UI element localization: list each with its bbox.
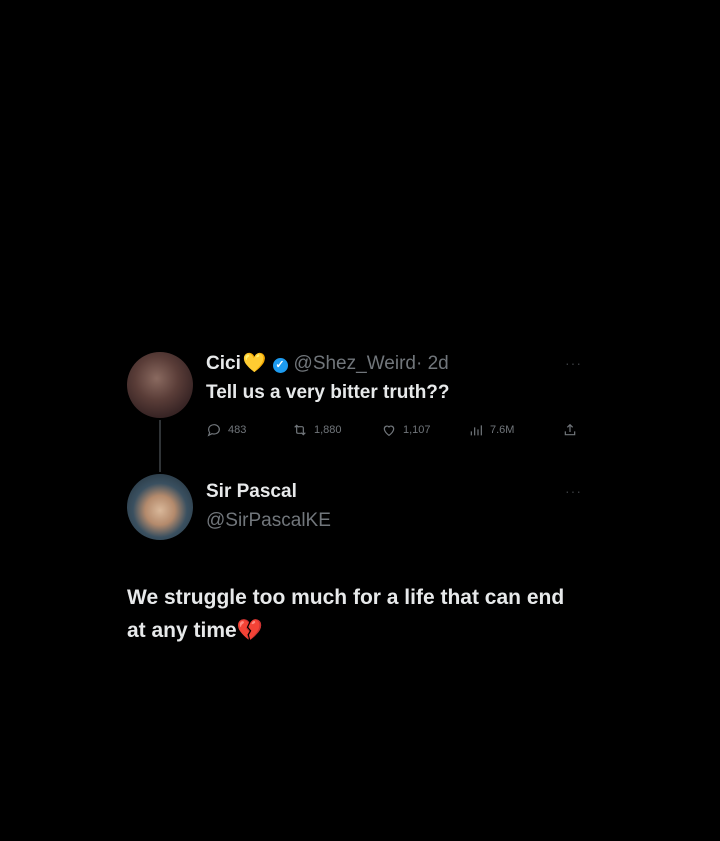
thread-connector	[159, 420, 161, 472]
verified-icon: ✓	[272, 358, 288, 373]
like-icon	[383, 425, 395, 437]
retweet-icon	[294, 424, 306, 436]
reply-text-body: We struggle too much for a life that can…	[127, 586, 565, 642]
more-options-icon[interactable]: ···	[565, 355, 582, 371]
avatar-cici[interactable]	[127, 352, 193, 418]
views-count: 7.6M	[490, 424, 515, 436]
reply-button[interactable]: 483	[206, 422, 246, 438]
views-icon	[470, 425, 482, 436]
broken-heart-emoji: 💔	[236, 619, 263, 642]
reply-count: 483	[228, 424, 247, 436]
like-count: 1,107	[403, 424, 431, 436]
avatar-sir-pascal[interactable]	[127, 474, 193, 540]
tweet-time[interactable]: · 2d	[416, 353, 449, 374]
share-button[interactable]	[562, 422, 578, 438]
share-icon	[564, 423, 576, 436]
like-button[interactable]: 1,107	[381, 422, 431, 438]
views-button[interactable]: 7.6M	[468, 422, 514, 438]
retweet-button[interactable]: 1,880	[292, 422, 342, 438]
reply-icon	[207, 424, 220, 437]
name-emoji: 💛	[242, 353, 267, 374]
tweet-text: Tell us a very bitter truth??	[206, 382, 450, 403]
tweet-actions: 483 1,880 1,107 7.6M	[206, 422, 586, 442]
reply-more-options-icon[interactable]: ···	[565, 483, 582, 499]
reply-text: We struggle too much for a life that can…	[127, 581, 587, 647]
author-name[interactable]: Cici	[206, 353, 241, 374]
author-handle[interactable]: @Shez_Weird	[294, 353, 416, 374]
tweet-header: Cici 💛 ✓ @Shez_Weird· 2d	[206, 351, 449, 375]
retweet-count: 1,880	[314, 424, 342, 436]
reply-author-name[interactable]: Sir Pascal	[206, 481, 297, 503]
reply-author-handle[interactable]: @SirPascalKE	[206, 510, 331, 532]
